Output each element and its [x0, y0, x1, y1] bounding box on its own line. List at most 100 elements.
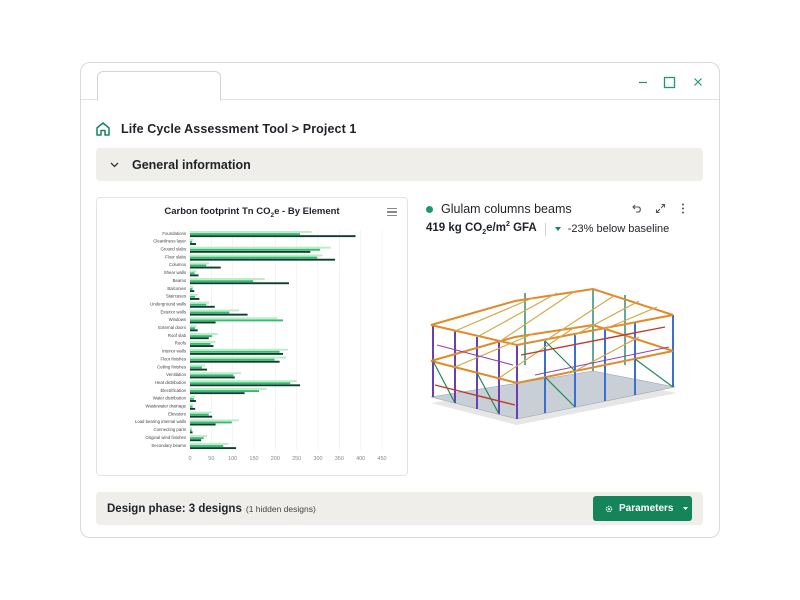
x-tick-label: 450: [377, 456, 386, 462]
close-icon[interactable]: [687, 72, 709, 92]
bar: [190, 333, 218, 335]
category-label: Water distribution: [153, 396, 187, 401]
detail-title: Glulam columns beams: [441, 202, 572, 216]
metric-divider: [544, 222, 546, 236]
bar: [190, 327, 196, 330]
bar: [190, 382, 291, 385]
category-label: Roofs: [175, 341, 186, 346]
category-label: Electrification: [160, 388, 186, 393]
bar: [190, 431, 193, 434]
bar: [190, 435, 208, 437]
bar: [190, 419, 240, 422]
category-label: Foundations: [162, 231, 186, 236]
category-label: Shear walls: [164, 270, 186, 275]
bar: [190, 254, 323, 257]
bar: [190, 376, 235, 379]
general-information-accordion[interactable]: General information: [96, 148, 703, 181]
category-label: Connecting parts: [154, 427, 187, 432]
bar: [190, 368, 208, 371]
category-label: Roof slab: [168, 333, 187, 338]
design-phase-label: Design phase: 3 designs: [107, 502, 242, 515]
maximize-icon[interactable]: [658, 72, 680, 92]
minimize-icon[interactable]: [632, 72, 654, 92]
category-label: Elevators: [168, 411, 186, 416]
category-label: Cleanliness layer: [153, 239, 186, 244]
x-tick-label: 50: [208, 456, 214, 462]
bar: [190, 329, 198, 332]
bar: [190, 343, 211, 345]
browser-tab[interactable]: [97, 71, 221, 101]
accordion-title: General information: [132, 157, 251, 172]
carbon-metric: 419 kg CO2e/m2 GFA -23% below baseline: [426, 220, 669, 238]
bar: [190, 397, 194, 400]
bar: [190, 295, 196, 298]
category-label: Wastewater drainage: [146, 404, 187, 409]
title-bar: [81, 63, 719, 101]
undo-icon[interactable]: [631, 201, 643, 215]
category-label: Load bearing internal walls: [135, 419, 186, 424]
bar: [190, 421, 232, 424]
category-label: Floor slabs: [165, 254, 186, 259]
bar: [190, 374, 234, 377]
bar: [190, 319, 284, 322]
category-label: Heat distribution: [155, 380, 187, 385]
bar: [190, 411, 212, 414]
bar: [190, 285, 194, 288]
bar: [190, 413, 209, 416]
bar: [190, 282, 289, 285]
hamburger-menu-icon[interactable]: [387, 208, 397, 217]
bar: [190, 321, 216, 324]
hidden-designs-note: (1 hidden designs): [245, 503, 316, 514]
bar: [190, 366, 202, 369]
category-label: Ventilation: [166, 372, 186, 377]
bar: [190, 403, 194, 406]
expand-icon[interactable]: [654, 201, 666, 215]
bar: [190, 313, 248, 316]
x-tick-label: 200: [271, 456, 280, 462]
category-label: External doors: [158, 325, 186, 330]
x-tick-label: 100: [228, 456, 237, 462]
bar: [190, 293, 198, 296]
bar: [190, 258, 336, 261]
bar: [190, 264, 207, 267]
bar: [190, 238, 194, 241]
category-label: Beams: [173, 278, 186, 283]
bar: [190, 317, 278, 320]
home-icon[interactable]: [95, 121, 111, 137]
bar: [190, 447, 237, 450]
parameters-button[interactable]: Parameters: [593, 496, 692, 521]
bar: [190, 337, 209, 340]
bar: [190, 407, 196, 410]
bar: [190, 392, 245, 395]
parameters-label: Parameters: [619, 503, 674, 514]
x-tick-label: 350: [335, 456, 344, 462]
bar: [190, 388, 267, 390]
bar: [190, 250, 311, 253]
category-label: Secondary beams: [151, 443, 186, 448]
bar: [190, 439, 202, 442]
category-label: Balconies: [167, 286, 186, 291]
category-label: Windows: [169, 317, 186, 322]
caret-down-icon: [683, 507, 689, 510]
breadcrumb-text[interactable]: Life Cycle Assessment Tool > Project 1: [121, 122, 356, 136]
trend-down-icon: [554, 225, 563, 234]
bar: [190, 405, 193, 408]
bar: [190, 364, 205, 367]
bar: [190, 345, 214, 347]
bar: [190, 270, 197, 273]
detail-header: Glulam columns beams: [426, 199, 706, 219]
3d-structural-model[interactable]: [425, 285, 683, 433]
category-label: Ceiling finishes: [157, 364, 186, 369]
status-dot: [426, 205, 433, 213]
category-label: Original wind finishes: [145, 435, 186, 440]
cog-icon: [605, 505, 613, 513]
bar: [190, 372, 242, 375]
bar: [190, 301, 210, 304]
bar: [190, 272, 195, 275]
bar: [190, 325, 197, 328]
category-label: Columns: [169, 262, 186, 267]
bar: [190, 380, 297, 383]
bar: [190, 429, 192, 432]
more-vertical-icon[interactable]: [677, 201, 689, 215]
bar: [190, 395, 196, 398]
